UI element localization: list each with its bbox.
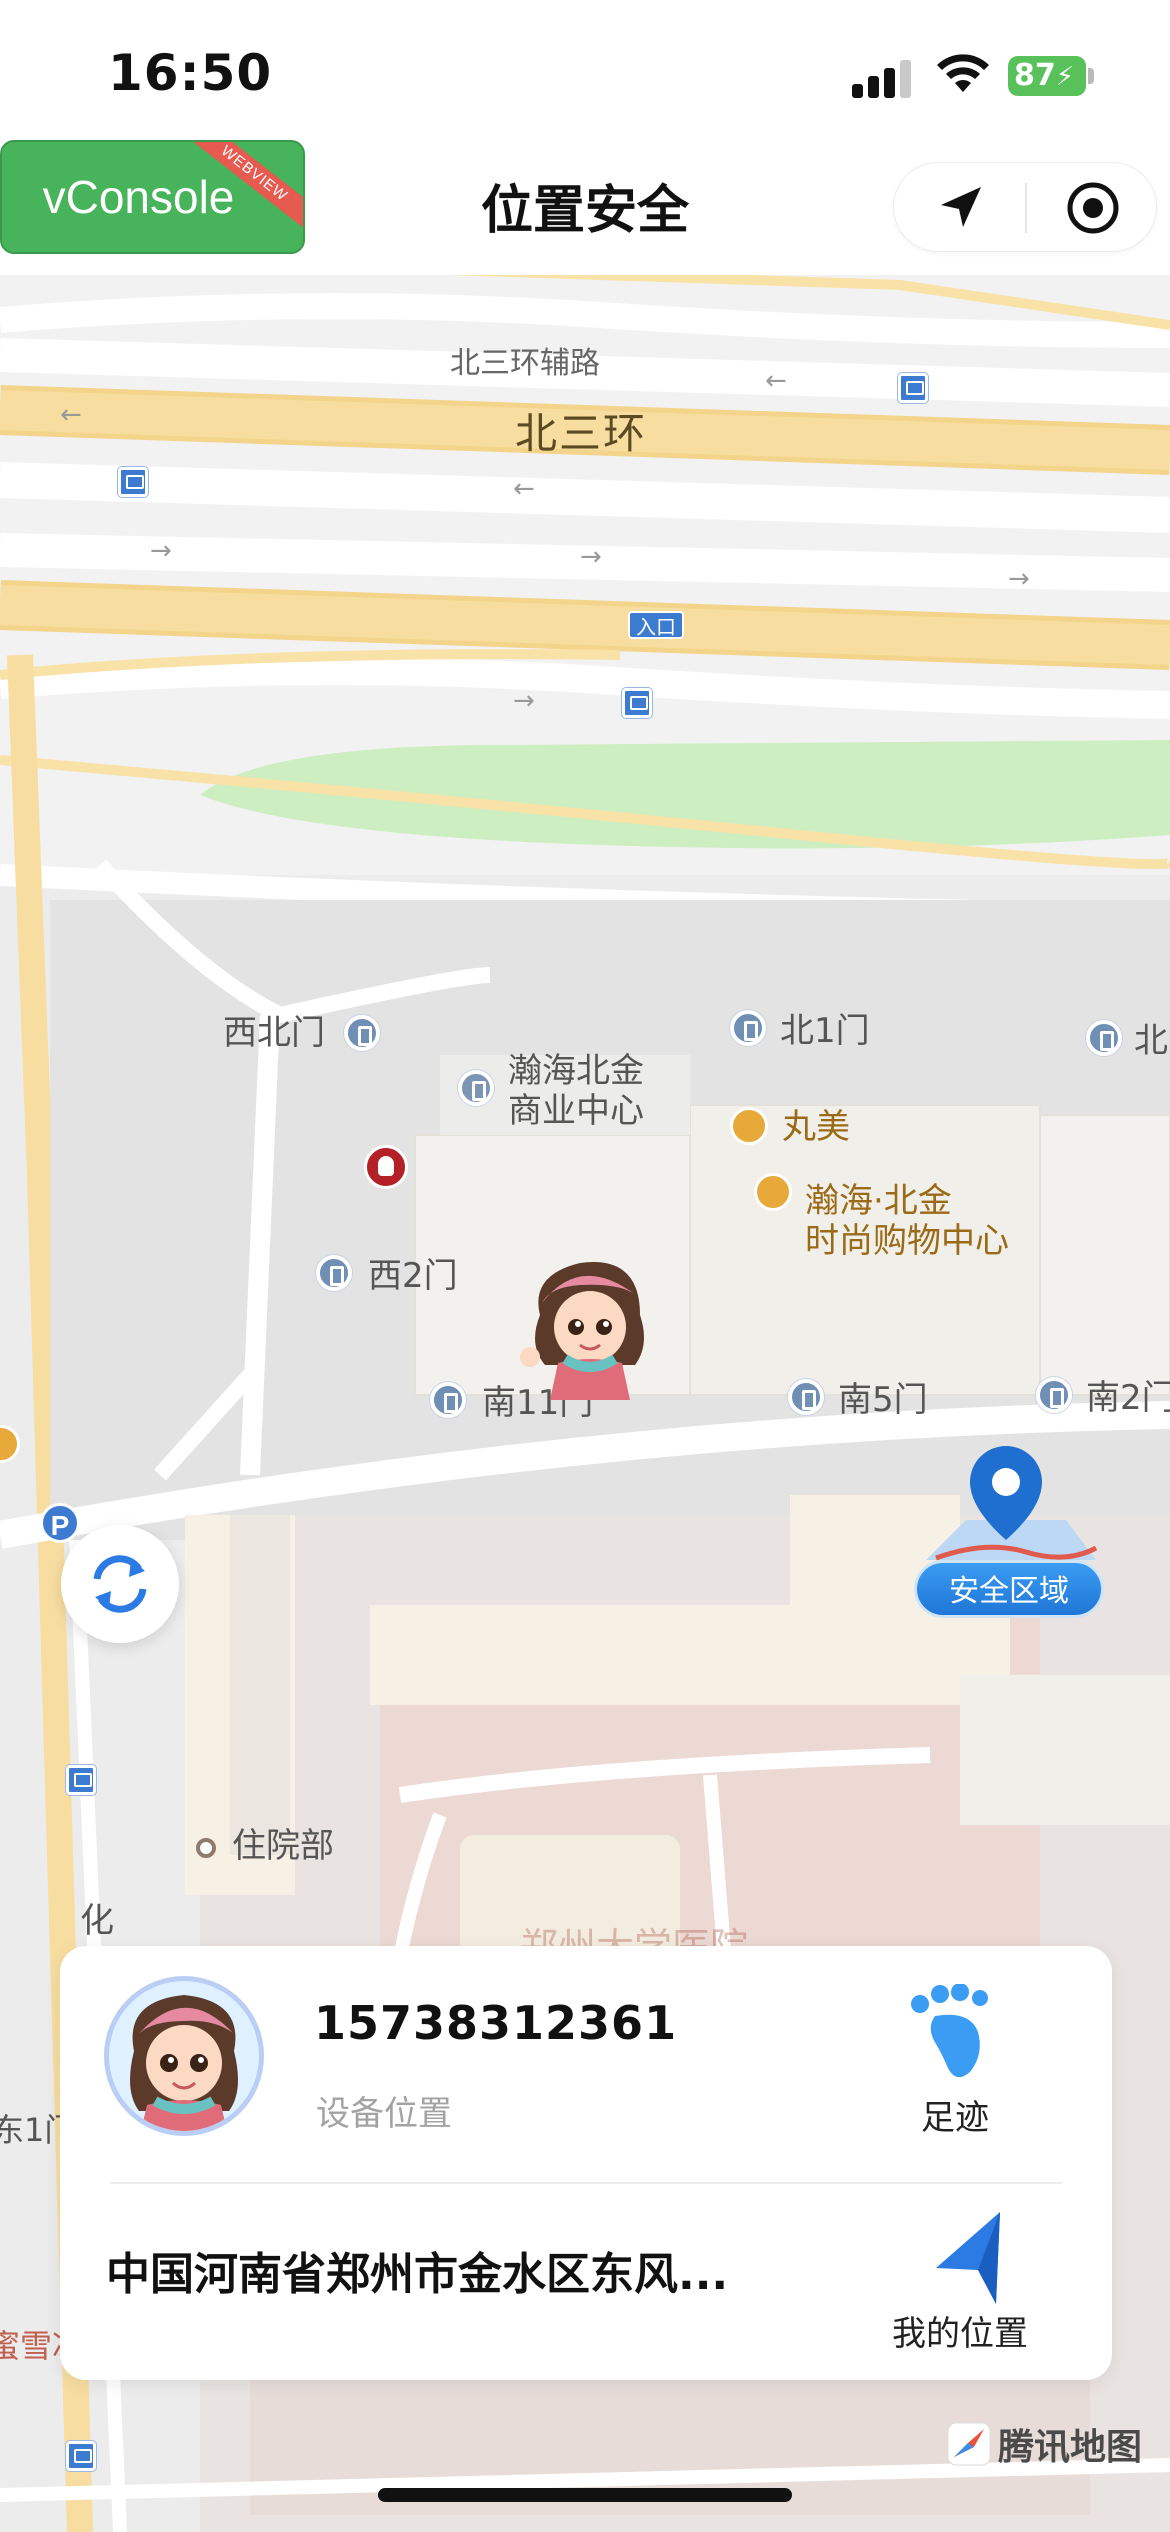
safe-zone-label: 安全区域 <box>914 1560 1104 1618</box>
nav-bar: vConsole WEBVIEW 位置安全 <box>0 140 1170 275</box>
office-building-icon <box>458 1070 494 1106</box>
parking-icon[interactable]: P <box>40 1503 80 1543</box>
location-arrow-icon <box>936 2212 1000 2304</box>
gate-icon <box>788 1379 824 1415</box>
poi-business-center-line1[interactable]: 瀚海北金 <box>508 1052 644 1090</box>
bus-stop-icon[interactable] <box>622 688 652 718</box>
footprint-button[interactable]: 足迹 <box>880 1983 1030 2138</box>
tencent-map-icon <box>947 2422 991 2466</box>
card-divider <box>110 2182 1062 2184</box>
device-avatar-marker[interactable] <box>520 1255 658 1400</box>
bus-stop-icon[interactable] <box>66 2441 96 2471</box>
gate-icon <box>344 1015 380 1051</box>
vconsole-label: vConsole <box>42 171 235 223</box>
navigation-button[interactable] <box>894 163 1025 253</box>
gate-icon <box>316 1255 352 1291</box>
refresh-button[interactable] <box>61 1525 179 1643</box>
entrance-sign: 入口 <box>628 611 684 639</box>
poi-west2-gate[interactable]: 西2门 <box>368 1257 458 1295</box>
direction-arrow-icon: → <box>150 536 172 566</box>
direction-arrow-icon: ← <box>765 366 787 396</box>
direction-arrow-icon: → <box>513 686 535 716</box>
vconsole-button[interactable]: vConsole WEBVIEW <box>0 140 305 254</box>
poi-wanmei[interactable]: 丸美 <box>782 1108 850 1146</box>
device-address: 中国河南省郑州市金水区东风... <box>106 2249 729 2300</box>
battery-cap <box>1088 68 1094 84</box>
tencent-map-label: 腾讯地图 <box>998 2427 1143 2468</box>
device-location-label: 设备位置 <box>316 2094 452 2134</box>
avatar <box>104 1976 264 2136</box>
kfc-icon[interactable] <box>364 1145 408 1189</box>
poi-marker-icon <box>196 1838 216 1858</box>
mini-program-capsule <box>893 162 1157 252</box>
poi-mall-line1[interactable]: 瀚海·北金 <box>805 1182 952 1220</box>
poi-north1-gate[interactable]: 北1门 <box>780 1012 870 1050</box>
poi-north-gate-partial[interactable]: 北 <box>1134 1022 1168 1060</box>
battery-charging-icon: 87⚡ <box>1008 56 1086 96</box>
status-time: 16:50 <box>108 44 273 102</box>
poi-business-center-line2[interactable]: 商业中心 <box>508 1092 644 1130</box>
my-location-button[interactable]: 我的位置 <box>860 2208 1060 2358</box>
gate-icon <box>1036 1377 1072 1413</box>
bus-stop-icon[interactable] <box>66 1765 96 1795</box>
cellular-signal-icon <box>852 58 912 98</box>
device-info-card: 15738312361 设备位置 足迹 中国河南省郑州市金水区东风... 我的位… <box>60 1946 1112 2380</box>
my-location-label: 我的位置 <box>892 2314 1028 2354</box>
poi-mall-line2[interactable]: 时尚购物中心 <box>805 1222 1009 1260</box>
poi-hua[interactable]: 化 <box>80 1902 114 1940</box>
gate-icon <box>730 1010 766 1046</box>
record-target-icon <box>1067 182 1118 234</box>
poi-south5-gate[interactable]: 南5门 <box>838 1381 928 1419</box>
direction-arrow-icon: → <box>1008 564 1030 594</box>
direction-arrow-icon: ← <box>513 474 535 504</box>
poi-inpatient[interactable]: 住院部 <box>232 1827 334 1865</box>
gate-icon <box>1086 1020 1122 1056</box>
footprint-icon <box>911 1983 988 2078</box>
bus-stop-icon[interactable] <box>118 467 148 497</box>
shopping-icon <box>754 1173 792 1211</box>
refresh-icon <box>93 1555 147 1613</box>
poi-northwest-gate[interactable]: 西北门 <box>223 1014 325 1052</box>
road-label-aux: 北三环辅路 <box>450 346 600 381</box>
tencent-map-logo: 腾讯地图 <box>946 2418 1142 2470</box>
status-bar: 16:50 87⚡ <box>0 0 1170 140</box>
safe-zone-button[interactable]: 安全区域 <box>906 1440 1106 1640</box>
wifi-icon <box>937 54 989 92</box>
battery-level: 87 <box>1014 58 1056 93</box>
direction-arrow-icon: → <box>580 542 602 572</box>
device-phone: 15738312361 <box>314 1996 678 2050</box>
navigation-arrow-icon <box>940 187 981 227</box>
shopping-icon <box>730 1107 768 1145</box>
record-button[interactable] <box>1027 163 1158 253</box>
home-indicator[interactable] <box>378 2488 792 2502</box>
safe-zone-pin-icon <box>926 1446 1098 1561</box>
poi-south2-gate[interactable]: 南2门 <box>1086 1379 1170 1417</box>
road-label-main: 北三环 <box>515 409 648 458</box>
direction-arrow-icon: ← <box>60 400 82 430</box>
footprint-label: 足迹 <box>921 2098 989 2138</box>
gate-icon <box>430 1382 466 1418</box>
bus-stop-icon[interactable] <box>898 373 928 403</box>
